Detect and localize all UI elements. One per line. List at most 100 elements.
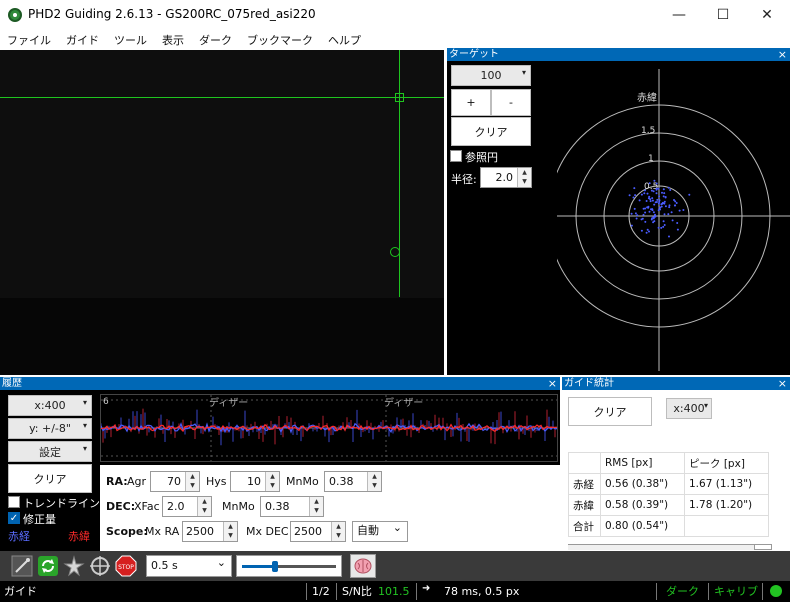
stats-close-icon[interactable]: ×	[778, 377, 787, 390]
stats-scrollbar[interactable]	[568, 544, 770, 550]
history-graph: 6 ディザー ディザー	[100, 394, 558, 462]
table-row: 赤経 0.56 (0.38") 1.67 (1.13")	[568, 473, 769, 495]
scatter-point	[664, 205, 667, 208]
close-button[interactable]: ✕	[745, 0, 789, 30]
table-header: RMS [px]	[600, 452, 685, 474]
guide-target-icon[interactable]	[88, 554, 112, 578]
ra-min-move-spinner[interactable]: 0.38 ▲ ▼	[324, 471, 382, 492]
scatter-point	[662, 195, 665, 198]
arrow-right-icon: ➜	[422, 583, 431, 594]
menu-view[interactable]: 表示	[155, 30, 192, 50]
target-clear-button[interactable]: クリア	[451, 117, 531, 146]
zoom-out-button[interactable]: -	[491, 89, 531, 116]
radius-value: 2.0	[495, 171, 514, 184]
trendline-checkbox[interactable]	[8, 496, 20, 508]
maximize-button[interactable]: ☐	[701, 0, 745, 30]
history-settings-dropdown[interactable]: 設定 ▾	[8, 441, 92, 462]
history-clear-button[interactable]: クリア	[8, 464, 92, 493]
scatter-point	[645, 200, 648, 202]
ring-label-1: 1	[648, 154, 654, 164]
scatter-point	[652, 190, 655, 193]
auto-select-star-icon[interactable]	[62, 554, 86, 578]
target-plot: 赤緯 赤経 1.5 1 0.5	[557, 69, 790, 371]
target-title: ターゲット ×	[447, 48, 790, 61]
history-controls: x:400 ▾ y: +/-8" ▾ 設定 ▾ クリア トレンドライン ✓ 修正量 赤…	[0, 390, 100, 551]
scatter-point	[668, 235, 670, 238]
correction-checkbox[interactable]: ✓	[8, 512, 20, 524]
scatter-point	[657, 226, 660, 229]
target-close-icon[interactable]: ×	[778, 48, 787, 61]
scatter-point	[661, 201, 664, 204]
menu-guide[interactable]: ガイド	[59, 30, 107, 50]
dec-mode-dropdown[interactable]: 自動	[352, 519, 408, 542]
scatter-point	[648, 230, 650, 233]
scatter-point	[651, 199, 654, 202]
reference-circle-checkbox[interactable]	[450, 150, 462, 162]
stats-clear-button[interactable]: クリア	[568, 397, 652, 426]
dec-mnmo-label: MnMo	[222, 500, 255, 513]
brain-icon[interactable]	[350, 554, 376, 578]
title-bar: PHD2 Guiding 2.6.13 - GS200RC_075red_asi…	[0, 0, 790, 30]
ra-hysteresis-spinner[interactable]: 10 ▲ ▼	[230, 471, 280, 492]
reference-circle-label: 参照円	[465, 151, 498, 164]
scatter-point	[646, 192, 649, 195]
graph-scale-label: 6	[103, 397, 109, 407]
scatter-point	[674, 204, 677, 207]
max-ra-duration-spinner[interactable]: 2500 ▲ ▼	[182, 521, 238, 542]
table-row: 赤緯 0.58 (0.39") 1.78 (1.20")	[568, 494, 769, 516]
menu-file[interactable]: ファイル	[0, 30, 59, 50]
dither-label-1: ディザー	[209, 396, 248, 409]
max-dec-duration-spinner[interactable]: 2500 ▲ ▼	[290, 521, 346, 542]
camera-view[interactable]	[0, 50, 444, 375]
scatter-point	[649, 200, 652, 203]
target-panel: ターゲット× 100▾ + - クリア 参照円 半径: 2.0▲▼ 赤緯 赤経 …	[447, 48, 790, 375]
exposure-dropdown[interactable]: 0.5 s	[146, 553, 232, 577]
radius-spinner[interactable]: 2.0 ▲ ▼	[480, 167, 532, 188]
ra-aggression-spinner[interactable]: 70 ▲ ▼	[150, 471, 200, 492]
scatter-point	[652, 211, 655, 214]
menu-tools[interactable]: ツール	[107, 30, 155, 50]
scatter-point	[655, 201, 658, 203]
menu-dark[interactable]: ダーク	[192, 30, 240, 50]
scatter-point	[642, 213, 645, 216]
loop-icon[interactable]	[36, 554, 60, 578]
dec-xfac-spinner[interactable]: 2.0 ▲ ▼	[162, 496, 212, 517]
scatter-point	[658, 195, 661, 198]
table-cell	[684, 515, 769, 537]
stop-icon[interactable]: STOP	[114, 554, 138, 578]
history-close-icon[interactable]: ×	[548, 377, 557, 390]
scope-label: Scope:	[106, 525, 148, 538]
status-connected-icon	[770, 585, 782, 597]
scatter-point	[653, 203, 656, 206]
target-controls: 100 ▾ + - クリア 参照円 半径: 2.0 ▲ ▼	[447, 61, 557, 375]
gamma-slider[interactable]	[236, 555, 342, 577]
scatter-point	[688, 193, 691, 196]
scatter-point	[630, 212, 633, 215]
stats-x-scale-dropdown[interactable]: x:400 ▾	[666, 398, 712, 419]
menu-help[interactable]: ヘルプ	[321, 30, 369, 50]
scatter-point	[655, 182, 658, 185]
scatter-point	[663, 200, 666, 203]
target-scale-dropdown[interactable]: 100 ▾	[451, 65, 531, 86]
scatter-point	[670, 211, 673, 214]
stats-scroll-thumb[interactable]	[754, 544, 772, 550]
radius-label: 半径:	[451, 173, 477, 186]
history-y-scale-dropdown[interactable]: y: +/-8" ▾	[8, 418, 92, 439]
status-mode: ガイド	[4, 585, 37, 598]
zoom-in-button[interactable]: +	[451, 89, 491, 116]
slider-thumb[interactable]	[272, 561, 278, 572]
history-x-scale-dropdown[interactable]: x:400 ▾	[8, 395, 92, 416]
status-dark: ダーク	[666, 585, 699, 598]
connect-gear-icon[interactable]	[10, 554, 34, 578]
table-row: 合計 0.80 (0.54")	[568, 515, 769, 537]
crosshair-horizontal	[0, 97, 444, 98]
table-cell: 合計	[568, 515, 601, 537]
ring-label-1-5: 1.5	[641, 126, 655, 136]
menu-bookmarks[interactable]: ブックマーク	[240, 30, 321, 50]
scatter-point	[676, 228, 679, 231]
dec-min-move-spinner[interactable]: 0.38 ▲ ▼	[260, 496, 324, 517]
scatter-point	[653, 215, 656, 218]
minimize-button[interactable]: —	[657, 0, 701, 30]
scatter-point	[628, 194, 631, 197]
window-title: PHD2 Guiding 2.6.13 - GS200RC_075red_asi…	[28, 7, 316, 21]
